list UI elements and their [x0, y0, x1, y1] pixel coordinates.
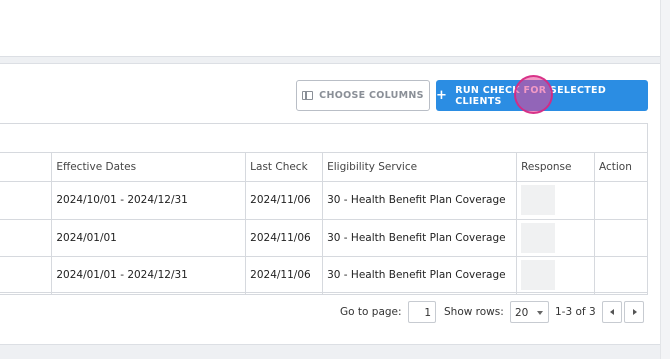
- eligibility-table: Effective Dates Last Check Eligibility S…: [0, 152, 649, 295]
- table-cell: [0, 218, 53, 257]
- eligibility-service-cell: 30 - Health Benefit Plan Coverage: [322, 218, 518, 257]
- action-cell[interactable]: [593, 256, 649, 295]
- response-cell: [516, 218, 595, 257]
- action-cell[interactable]: [593, 218, 649, 257]
- go-to-page-label: Go to page:: [340, 306, 402, 318]
- column-header-last-check[interactable]: Last Check: [245, 152, 324, 182]
- eligibility-service-cell: 30 - Health Benefit Plan Coverage: [322, 181, 518, 220]
- redacted-response: [521, 260, 556, 291]
- redacted-response: [521, 222, 556, 253]
- table-row[interactable]: 2024/01/01 2024/11/06 30 - Health Benefi…: [0, 218, 649, 257]
- last-check-cell: 2024/11/06: [245, 256, 324, 295]
- pagination-bar: Go to page: 1 Show rows: 20 1-3 of 3: [0, 301, 660, 325]
- chevron-down-icon: [537, 311, 543, 315]
- column-header-response[interactable]: Response: [516, 152, 595, 182]
- eligibility-table-frame: Effective Dates Last Check Eligibility S…: [0, 123, 649, 295]
- columns-icon: [302, 91, 314, 100]
- response-cell: [516, 256, 595, 295]
- effective-dates-cell: 2024/10/01 - 2024/12/31: [51, 181, 247, 220]
- column-header-effective-dates[interactable]: Effective Dates: [51, 152, 247, 182]
- page-range-text: 1-3 of 3: [555, 306, 596, 318]
- click-indicator: [514, 75, 553, 114]
- next-page-button[interactable]: [624, 301, 644, 323]
- header-panel: [0, 0, 660, 57]
- rows-per-page-value: 20: [515, 307, 529, 319]
- table-header-row: Effective Dates Last Check Eligibility S…: [0, 152, 649, 182]
- response-cell: [516, 181, 595, 220]
- previous-page-button[interactable]: [602, 301, 622, 323]
- choose-columns-label: CHOOSE COLUMNS: [319, 90, 424, 101]
- table-cell: [0, 181, 53, 220]
- plus-icon: +: [436, 88, 448, 103]
- action-cell[interactable]: [593, 181, 649, 220]
- table-cell: [0, 256, 53, 295]
- rows-per-page-select[interactable]: 20: [510, 301, 549, 323]
- redacted-response: [521, 185, 556, 216]
- scrollbar-track[interactable]: [660, 0, 670, 359]
- page-number-input[interactable]: 1: [408, 301, 436, 323]
- effective-dates-cell: 2024/01/01: [51, 218, 247, 257]
- table-row[interactable]: 2024/10/01 - 2024/12/31 2024/11/06 30 - …: [0, 181, 649, 220]
- choose-columns-button[interactable]: CHOOSE COLUMNS: [296, 80, 430, 111]
- column-header-action[interactable]: Action: [593, 152, 649, 182]
- last-check-cell: 2024/11/06: [245, 181, 324, 220]
- table-row[interactable]: 2024/01/01 - 2024/12/31 2024/11/06 30 - …: [0, 256, 649, 295]
- column-header-eligibility-service[interactable]: Eligibility Service: [322, 152, 518, 182]
- last-check-cell: 2024/11/06: [245, 218, 324, 257]
- show-rows-label: Show rows:: [444, 306, 504, 318]
- eligibility-service-cell: 30 - Health Benefit Plan Coverage: [322, 256, 518, 295]
- column-header-blank[interactable]: [0, 152, 53, 182]
- effective-dates-cell: 2024/01/01 - 2024/12/31: [51, 256, 247, 295]
